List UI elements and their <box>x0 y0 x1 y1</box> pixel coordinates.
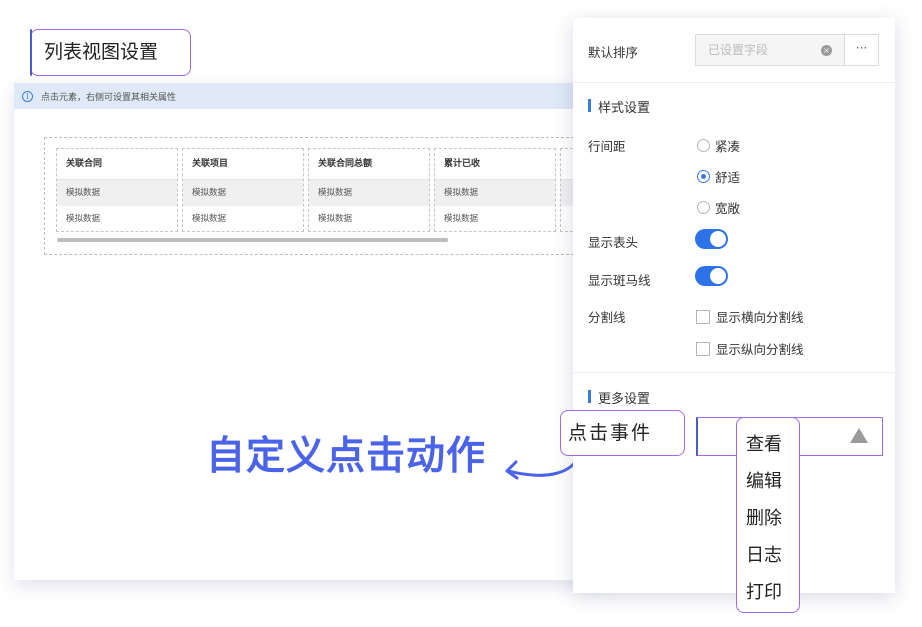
table-column[interactable]: 关联合同总额 模拟数据 模拟数据 <box>308 148 430 232</box>
checkbox-icon <box>696 341 710 356</box>
radio-compact[interactable]: 紧凑 <box>697 136 740 155</box>
info-text: 点击元素，右侧可设置其相关属性 <box>41 92 177 103</box>
divider-label: 分割线 <box>588 310 626 325</box>
checkbox-label: 显示纵向分割线 <box>716 342 804 357</box>
dropdown-option-view[interactable]: 查看 <box>737 426 799 463</box>
horizontal-divider-checkbox[interactable]: 显示横向分割线 <box>696 307 804 326</box>
clear-icon[interactable]: × <box>821 45 832 56</box>
table-column[interactable]: 关联合同 模拟数据 模拟数据 <box>56 148 178 232</box>
checkbox-label: 显示横向分割线 <box>716 310 804 325</box>
style-section-title: 样式设置 <box>588 97 650 116</box>
event-label-badge: 点击事件 <box>560 410 685 456</box>
show-header-toggle[interactable] <box>695 229 728 249</box>
dropdown-option-edit[interactable]: 编辑 <box>737 463 799 500</box>
divider <box>573 372 895 373</box>
divider <box>573 82 895 83</box>
title-badge: 列表视图设置 <box>30 29 191 76</box>
dropdown-option-delete[interactable]: 删除 <box>737 500 799 537</box>
radio-icon <box>697 139 710 152</box>
table-column[interactable]: 关联项目 模拟数据 模拟数据 <box>182 148 304 232</box>
event-dropdown: 查看 编辑 删除 日志 打印 <box>736 417 800 613</box>
line-spacing-label: 行间距 <box>588 139 626 154</box>
title-badge-accent <box>30 29 32 76</box>
more-button[interactable]: ··· <box>844 34 879 66</box>
column-header: 关联合同总额 <box>309 149 429 180</box>
table-cell: 模拟数据 <box>183 180 303 206</box>
table-cell: 模拟数据 <box>318 214 353 224</box>
dropdown-option-log[interactable]: 日志 <box>737 537 799 574</box>
table-cell: 模拟数据 <box>192 214 227 224</box>
table-cell: 模拟数据 <box>309 180 429 206</box>
radio-icon <box>697 201 710 214</box>
sort-field[interactable]: 已设置字段 × <box>695 34 845 66</box>
horizontal-scrollbar[interactable] <box>57 238 448 242</box>
column-header: 关联项目 <box>183 149 303 180</box>
vertical-divider-checkbox[interactable]: 显示纵向分割线 <box>696 339 804 358</box>
table-cell: 模拟数据 <box>435 180 555 206</box>
show-stripe-label: 显示斑马线 <box>588 273 651 288</box>
column-header: 关联合同 <box>57 149 177 180</box>
column-header: 累计已收 <box>435 149 555 180</box>
radio-label: 舒适 <box>715 170 741 185</box>
table-column[interactable]: 累计已收 模拟数据 模拟数据 <box>434 148 556 232</box>
table-cell: 模拟数据 <box>444 214 479 224</box>
triangle-up-icon[interactable] <box>850 428 868 443</box>
more-section-title: 更多设置 <box>588 388 650 407</box>
show-stripe-toggle[interactable] <box>695 266 728 286</box>
checkbox-icon <box>696 309 710 324</box>
table-cell: 模拟数据 <box>57 180 177 206</box>
list-table[interactable]: 关联合同 模拟数据 模拟数据 关联项目 模拟数据 模拟数据 关联合同总额 模拟数… <box>56 148 574 234</box>
radio-label: 紧凑 <box>715 139 741 154</box>
radio-selected-icon <box>697 170 710 183</box>
sort-label: 默认排序 <box>588 45 639 60</box>
show-header-label: 显示表头 <box>588 235 639 250</box>
radio-comfortable[interactable]: 舒适 <box>697 167 740 186</box>
dropdown-option-print[interactable]: 打印 <box>737 574 799 611</box>
info-icon: i <box>22 90 33 102</box>
headline: 自定义点击动作 <box>206 434 487 479</box>
radio-spacious[interactable]: 宽敞 <box>697 198 740 217</box>
sort-value: 已设置字段 <box>708 43 769 57</box>
table-cell: 模拟数据 <box>66 214 101 224</box>
table-column-partial[interactable] <box>560 148 574 232</box>
info-bar: i 点击元素，右侧可设置其相关属性 <box>14 83 574 109</box>
radio-label: 宽敞 <box>715 201 741 216</box>
